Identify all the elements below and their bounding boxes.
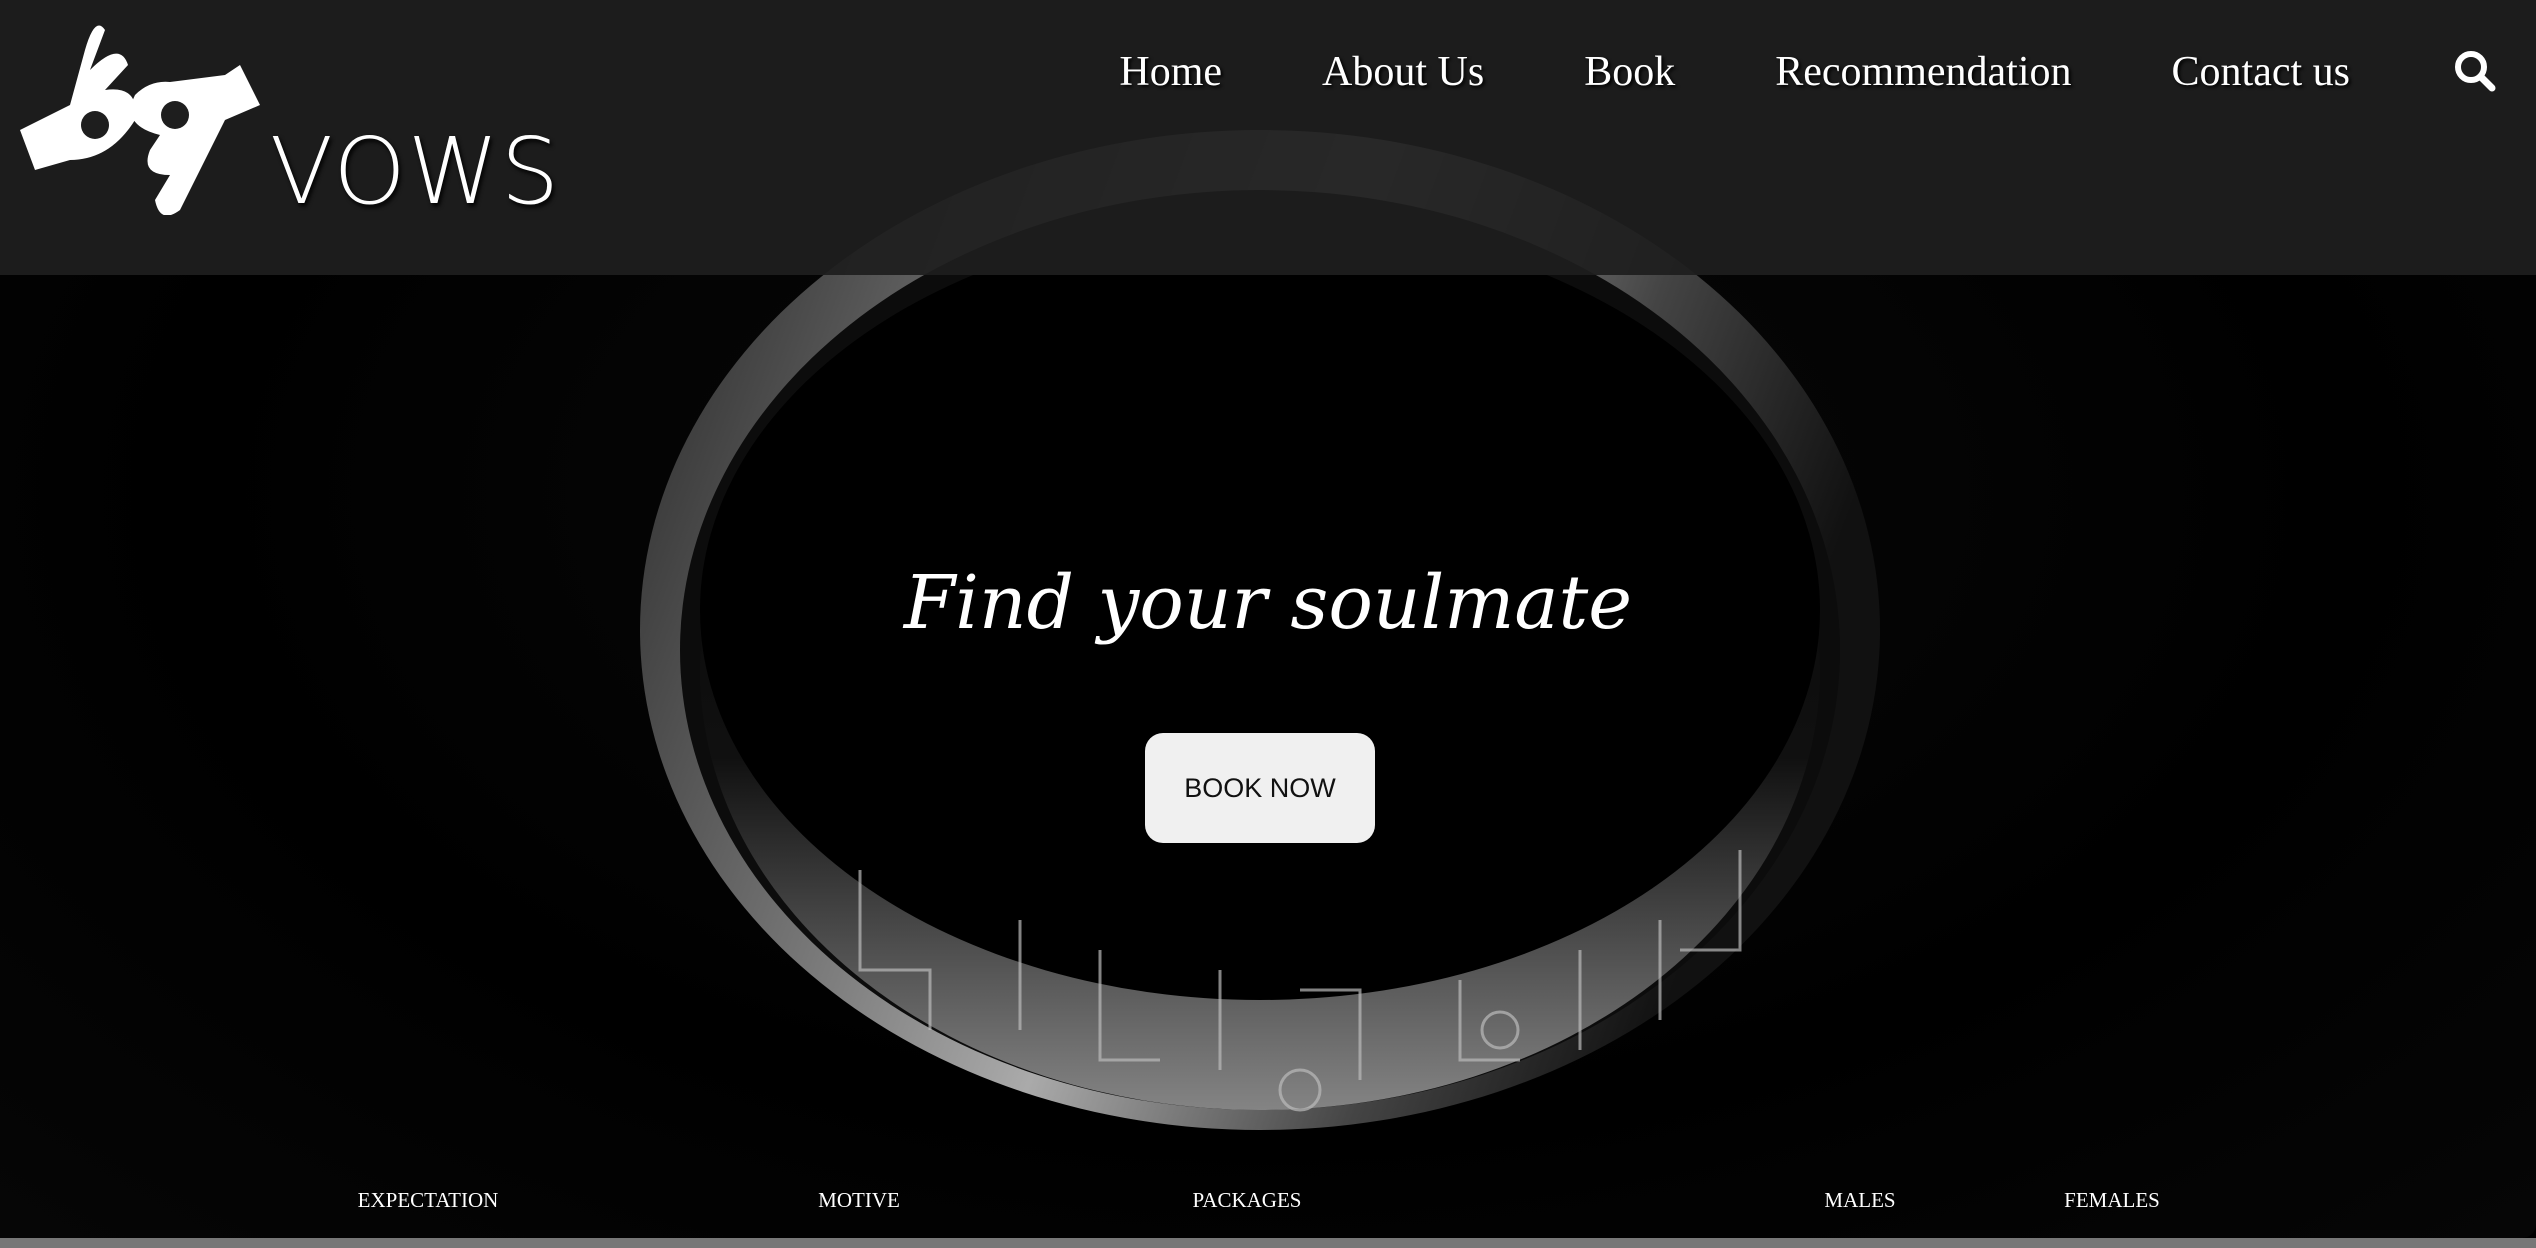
footer-link-males[interactable]: MALES	[1824, 1188, 1895, 1213]
book-now-button[interactable]: BOOK NOW	[1145, 733, 1375, 843]
site-header: VOWS Home About Us Book Recommendation C…	[0, 0, 2536, 275]
page-bottom-edge	[0, 1238, 2536, 1248]
nav-book[interactable]: Book	[1584, 48, 1675, 96]
nav-about-us[interactable]: About Us	[1322, 48, 1484, 96]
nav-recommendation[interactable]: Recommendation	[1775, 48, 2071, 96]
sign-language-hands-icon	[20, 25, 260, 215]
hero-title: Find your soulmate	[903, 560, 1633, 646]
nav-contact-us[interactable]: Contact us	[2172, 48, 2350, 96]
footer-link-packages[interactable]: PACKAGES	[1193, 1188, 1302, 1213]
nav-home[interactable]: Home	[1119, 48, 1222, 96]
main-nav: Home About Us Book Recommendation Contac…	[1119, 42, 2536, 102]
logo[interactable]: VOWS	[10, 10, 561, 225]
search-icon[interactable]	[2446, 42, 2506, 102]
logo-text: VOWS	[270, 118, 562, 225]
footer-link-expectation[interactable]: EXPECTATION	[358, 1188, 499, 1213]
footer-link-motive[interactable]: MOTIVE	[818, 1188, 900, 1213]
footer-link-females[interactable]: FEMALES	[2064, 1188, 2160, 1213]
